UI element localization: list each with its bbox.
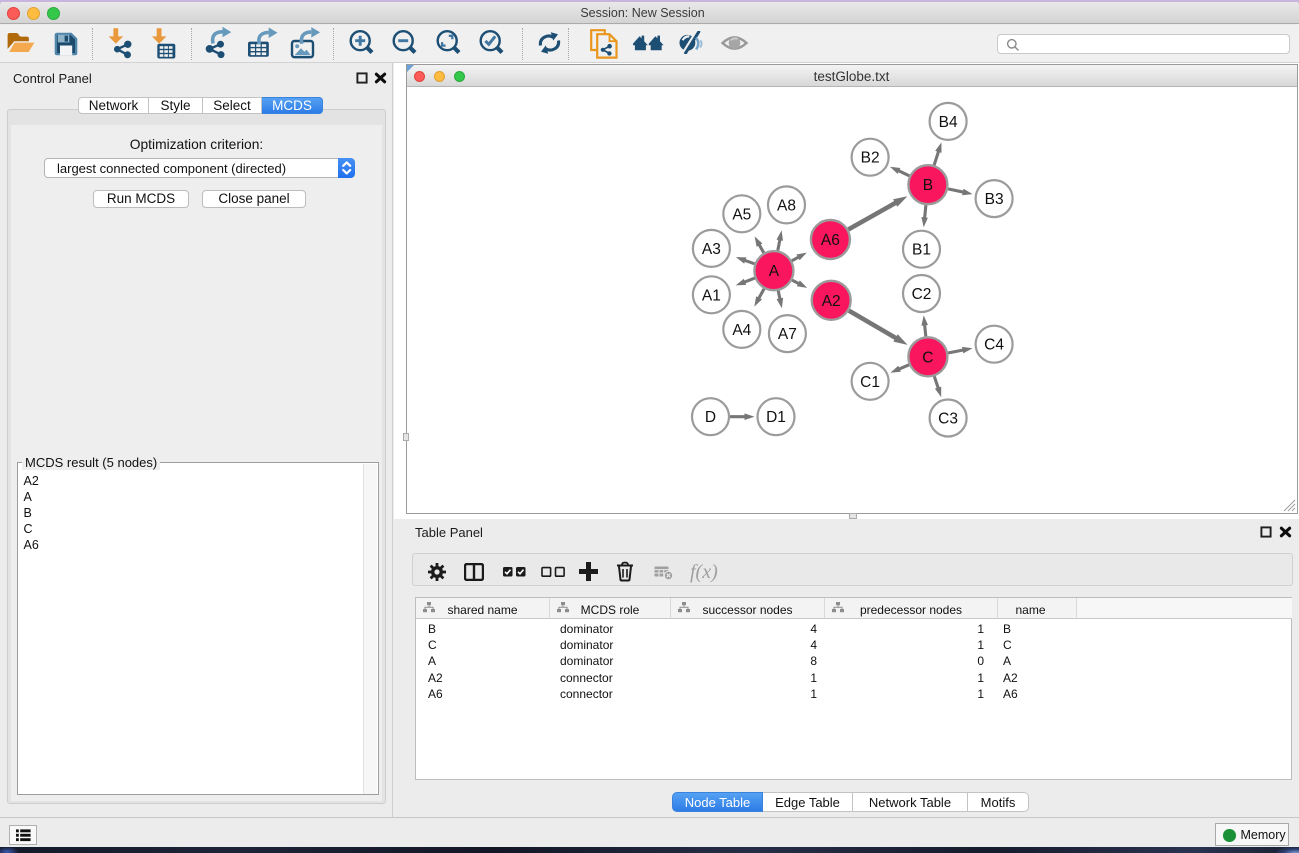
svg-text:C1: C1 (860, 374, 880, 391)
svg-text:A7: A7 (777, 326, 796, 343)
svg-text:B1: B1 (912, 242, 931, 259)
svg-text:A6: A6 (820, 232, 839, 249)
svg-text:C: C (922, 349, 933, 366)
svg-text:A: A (768, 263, 779, 280)
svg-text:C2: C2 (911, 286, 931, 303)
svg-text:A1: A1 (701, 287, 720, 304)
svg-text:A8: A8 (777, 197, 796, 214)
svg-text:A2: A2 (821, 293, 840, 310)
svg-text:B2: B2 (860, 150, 879, 167)
svg-text:D1: D1 (766, 409, 786, 426)
svg-text:B3: B3 (984, 191, 1003, 208)
svg-text:C4: C4 (984, 337, 1004, 354)
svg-text:A3: A3 (701, 241, 720, 258)
svg-text:B: B (922, 177, 932, 194)
svg-text:A4: A4 (732, 322, 751, 339)
svg-text:B4: B4 (938, 114, 957, 131)
svg-text:D: D (704, 409, 715, 426)
svg-text:A5: A5 (732, 206, 751, 223)
svg-text:C3: C3 (938, 411, 958, 428)
